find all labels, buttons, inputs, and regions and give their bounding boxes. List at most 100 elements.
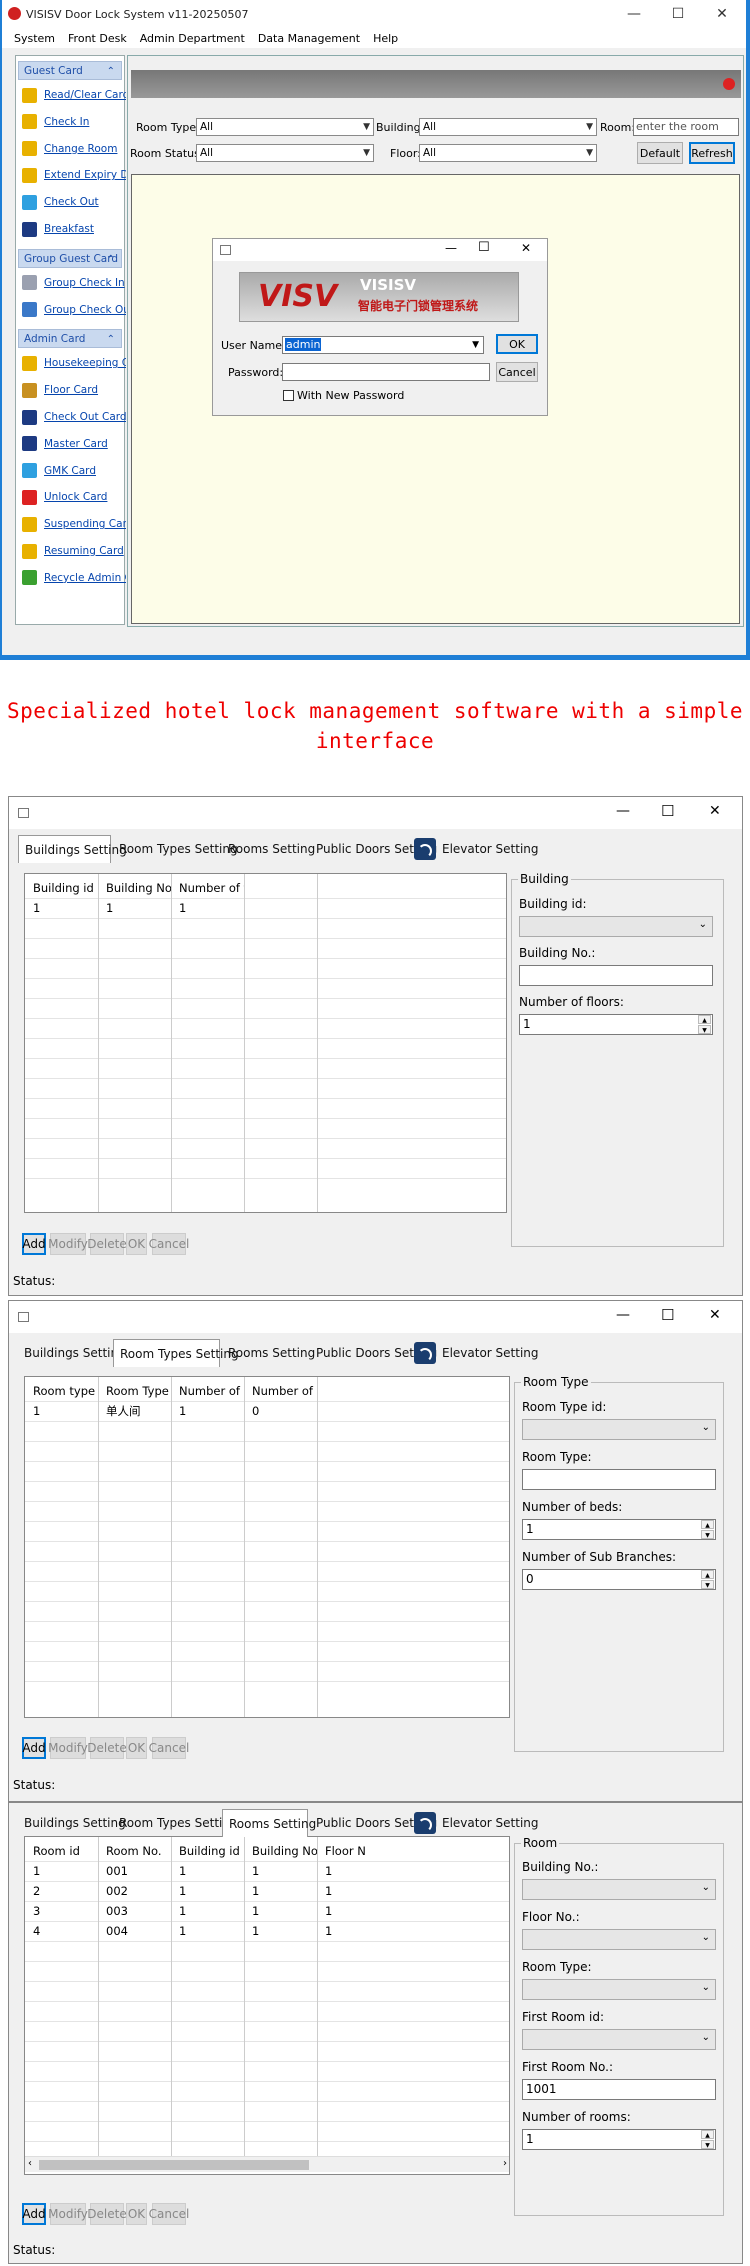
- room-search-input[interactable]: enter the room: [633, 118, 739, 136]
- column-header[interactable]: Building id: [25, 878, 98, 898]
- building-select[interactable]: All ▼: [419, 118, 597, 136]
- tab-buildings-setting[interactable]: Buildings Setting: [18, 1809, 126, 1837]
- tab-buildings-setting[interactable]: Buildings Setting: [18, 1339, 126, 1367]
- sidebar-item-recycle-admin-card[interactable]: Recycle Admin Card: [22, 568, 126, 588]
- add-button[interactable]: Add: [22, 1737, 46, 1759]
- sidebar-item-check-out-card[interactable]: Check Out Card: [22, 407, 126, 427]
- first-room-no-input[interactable]: 1001: [522, 2079, 716, 2100]
- column-header[interactable]: Room type id: [25, 1381, 98, 1401]
- sidebar-item-master-card[interactable]: Master Card: [22, 434, 126, 454]
- beds-stepper[interactable]: 1 ▲ ▼: [522, 1519, 716, 1540]
- column-header[interactable]: Number of Su...: [244, 1381, 317, 1401]
- minimize-icon[interactable]: —: [616, 803, 630, 819]
- ok-button[interactable]: OK: [126, 1233, 147, 1255]
- add-button[interactable]: Add: [22, 2203, 46, 2225]
- tab-elevator-setting[interactable]: Elevator Setting: [414, 835, 542, 863]
- chevron-up-icon[interactable]: ⌃: [107, 330, 115, 349]
- cancel-button[interactable]: Cancel: [149, 1737, 189, 1759]
- tab-buildings-setting[interactable]: Buildings Setting: [18, 835, 127, 863]
- sidebar-item-group-check-in[interactable]: Group Check In: [22, 273, 126, 293]
- sidebar-item-floor-card[interactable]: Floor Card: [22, 380, 126, 400]
- minimize-icon[interactable]: —: [616, 1307, 630, 1323]
- maximize-icon[interactable]: ☐: [661, 802, 674, 820]
- modify-button[interactable]: Modify: [48, 2203, 88, 2225]
- sidebar-item-gmk-card[interactable]: GMK Card: [22, 461, 126, 481]
- room-type-select[interactable]: All ▼: [196, 118, 374, 136]
- tab-room-types-setting[interactable]: Room Types Setting: [113, 835, 238, 863]
- column-header[interactable]: Room No.: [98, 1841, 171, 1861]
- menu-front-desk[interactable]: Front Desk: [68, 32, 127, 45]
- sidebar-item-extend-expiry-date[interactable]: Extend Expiry Date: [22, 165, 126, 185]
- scroll-right-icon[interactable]: ›: [503, 2158, 507, 2169]
- modify-button[interactable]: Modify: [48, 1233, 88, 1255]
- tab-rooms-setting[interactable]: Rooms Setting: [222, 835, 315, 863]
- ok-button[interactable]: OK: [126, 1737, 147, 1759]
- delete-button[interactable]: Delete: [87, 1737, 127, 1759]
- tab-room-types-setting[interactable]: Room Types Setting: [113, 1339, 239, 1367]
- close-icon[interactable]: ✕: [709, 803, 721, 819]
- room-type-id-select[interactable]: ⌄: [522, 1419, 716, 1440]
- maximize-icon[interactable]: ☐: [661, 1306, 674, 1324]
- sidebar-section-header[interactable]: Guest Card ⌃: [18, 61, 122, 80]
- sidebar-item-resuming-card[interactable]: Resuming Card: [22, 541, 126, 561]
- sidebar-item-housekeeping-card[interactable]: Housekeeping Card: [22, 353, 126, 373]
- floor-select[interactable]: All ▼: [419, 144, 597, 162]
- first-room-id-select[interactable]: ⌄: [522, 2029, 716, 2050]
- menu-help[interactable]: Help: [373, 32, 398, 45]
- close-icon[interactable]: ✕: [709, 1307, 721, 1323]
- sidebar-item-check-out[interactable]: Check Out: [22, 192, 126, 212]
- ok-button[interactable]: OK: [496, 334, 538, 354]
- column-header[interactable]: Room id: [25, 1841, 98, 1861]
- sidebar-item-unlock-card[interactable]: Unlock Card: [22, 487, 126, 507]
- sidebar-item-breakfast[interactable]: Breakfast: [22, 219, 126, 239]
- column-header[interactable]: Building No.: [98, 878, 171, 898]
- floors-stepper[interactable]: 1 ▲ ▼: [519, 1014, 713, 1035]
- close-icon[interactable]: ✕: [521, 241, 531, 255]
- column-header[interactable]: Building No.: [244, 1841, 317, 1861]
- column-header[interactable]: Building id: [171, 1841, 244, 1861]
- ok-button[interactable]: OK: [126, 2203, 147, 2225]
- column-header[interactable]: Number of flo...: [171, 878, 244, 898]
- sidebar-section-header[interactable]: Group Guest Card ⌃: [18, 248, 122, 269]
- column-header[interactable]: Room Type: [98, 1381, 171, 1401]
- sidebar-item-change-room[interactable]: Change Room: [22, 139, 126, 159]
- tab-public-doors-setting[interactable]: Public Doors Setting: [310, 1809, 437, 1837]
- refresh-button[interactable]: Refresh: [689, 142, 735, 164]
- chevron-up-icon[interactable]: ⌃: [107, 62, 115, 81]
- delete-button[interactable]: Delete: [87, 2203, 127, 2225]
- minimize-icon[interactable]: —: [445, 241, 457, 255]
- tab-rooms-setting[interactable]: Rooms Setting: [222, 1809, 316, 1837]
- tab-room-types-setting[interactable]: Room Types Setting: [113, 1809, 238, 1837]
- sidebar-section-header[interactable]: Admin Card ⌃: [18, 329, 122, 349]
- menu-admin-department[interactable]: Admin Department: [140, 32, 245, 45]
- chevron-up-icon[interactable]: ⌃: [107, 250, 115, 269]
- maximize-icon[interactable]: ☐: [478, 240, 490, 255]
- num-rooms-stepper[interactable]: 1 ▲ ▼: [522, 2129, 716, 2150]
- building-id-select[interactable]: ⌄: [519, 916, 713, 937]
- default-button[interactable]: Default: [637, 142, 683, 164]
- sub-branches-stepper[interactable]: 0 ▲ ▼: [522, 1569, 716, 1590]
- add-button[interactable]: Add: [22, 1233, 46, 1255]
- tab-rooms-setting[interactable]: Rooms Setting: [222, 1339, 315, 1367]
- modify-button[interactable]: Modify: [48, 1737, 88, 1759]
- menu-system[interactable]: System: [14, 32, 55, 45]
- floor-no-select[interactable]: ⌄: [522, 1929, 716, 1950]
- username-field[interactable]: admin ▼: [282, 336, 484, 354]
- tab-elevator-setting[interactable]: Elevator Setting: [414, 1339, 542, 1367]
- password-field[interactable]: [282, 363, 490, 381]
- new-password-checkbox[interactable]: [283, 390, 294, 401]
- sidebar-item-check-in[interactable]: Check In: [22, 112, 126, 132]
- minimize-icon[interactable]: —: [612, 0, 656, 28]
- close-icon[interactable]: ✕: [700, 0, 744, 28]
- tab-elevator-setting[interactable]: Elevator Setting: [414, 1809, 542, 1837]
- sidebar-item-read-clear-card[interactable]: Read/Clear Card: [22, 85, 126, 105]
- column-header[interactable]: Number of beds: [171, 1381, 244, 1401]
- cancel-button[interactable]: Cancel: [496, 362, 538, 382]
- room-type-select[interactable]: ⌄: [522, 1979, 716, 2000]
- tab-public-doors-setting[interactable]: Public Doors Setting: [310, 1339, 437, 1367]
- tab-public-doors-setting[interactable]: Public Doors Setting: [310, 835, 437, 863]
- delete-button[interactable]: Delete: [87, 1233, 127, 1255]
- horizontal-scrollbar[interactable]: ‹ ›: [25, 2156, 509, 2172]
- sidebar-item-group-check-out[interactable]: Group Check Out: [22, 300, 126, 320]
- building-no-input[interactable]: [519, 965, 713, 986]
